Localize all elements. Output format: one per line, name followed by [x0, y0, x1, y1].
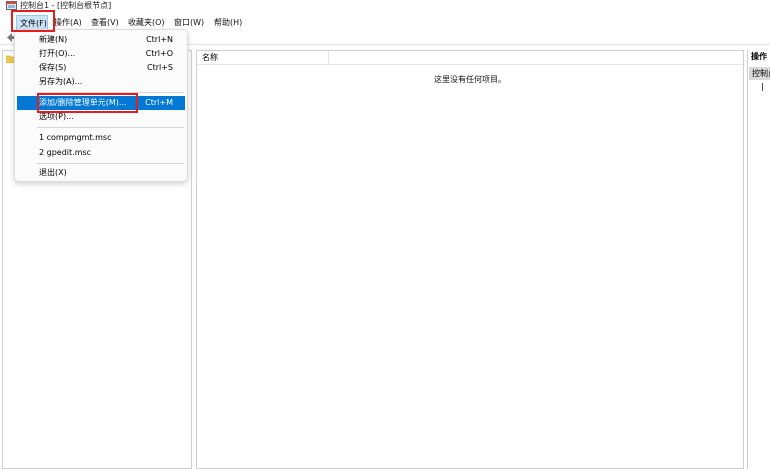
- menu-item-shortcut: Ctrl+N: [146, 35, 173, 44]
- menu-window[interactable]: 窗口(W): [174, 17, 204, 29]
- column-name-header[interactable]: 名称: [202, 53, 218, 63]
- menu-separator: [37, 163, 184, 164]
- menu-item-label: 新建(N): [39, 35, 68, 44]
- menu-item-label: 打开(O)...: [39, 49, 76, 58]
- menu-bar: 文件(F) 操作(A) 查看(V) 收藏夹(O) 窗口(W) 帮助(H): [0, 14, 770, 30]
- menu-action[interactable]: 操作(A): [54, 17, 82, 29]
- menu-item-shortcut: Ctrl+S: [146, 63, 173, 72]
- menu-item-label: 另存为(A)...: [39, 77, 83, 86]
- result-pane[interactable]: 名称 这里没有任何项目。: [196, 50, 744, 469]
- menu-item-save[interactable]: 保存(S) Ctrl+S: [17, 61, 185, 75]
- menu-item-new[interactable]: 新建(N) Ctrl+N: [17, 33, 185, 47]
- empty-message: 这里没有任何项目。: [434, 75, 506, 84]
- menu-separator: [37, 127, 184, 128]
- actions-selected-item-label: 控制台根节点: [752, 69, 770, 78]
- annotation-box-add-remove-snapin: [37, 93, 138, 113]
- actions-selected-item[interactable]: 控制台根节点: [749, 67, 770, 80]
- menu-item-open[interactable]: 打开(O)... Ctrl+O: [17, 47, 185, 61]
- menu-item-label: 1 compmgmt.msc: [39, 133, 112, 142]
- title-bar: 控制台1 - [控制台根节点]: [0, 0, 770, 13]
- menu-item-recent-gpedit[interactable]: 2 gpedit.msc: [17, 146, 185, 160]
- menu-item-shortcut: Ctrl+M: [145, 98, 173, 107]
- column-header: 名称: [197, 51, 743, 65]
- menu-item-label: 退出(X): [39, 168, 67, 177]
- menu-item-save-as[interactable]: 另存为(A)...: [17, 75, 185, 89]
- menu-favorites[interactable]: 收藏夹(O): [128, 17, 165, 29]
- menu-item-exit[interactable]: 退出(X): [17, 166, 185, 180]
- actions-pane: 操作 控制台根节点: [747, 50, 770, 469]
- column-divider[interactable]: [328, 51, 329, 65]
- menu-item-label: 保存(S): [39, 63, 67, 72]
- menu-item-recent-compmgmt[interactable]: 1 compmgmt.msc: [17, 131, 185, 145]
- menu-item-shortcut: Ctrl+O: [145, 49, 173, 58]
- menu-item-label: 2 gpedit.msc: [39, 148, 92, 157]
- menu-view[interactable]: 查看(V): [91, 17, 119, 29]
- menu-item-label: 选项(P)...: [39, 112, 74, 121]
- annotation-box-file-menu: [11, 10, 55, 32]
- actions-sub-item[interactable]: [762, 83, 766, 91]
- menu-help[interactable]: 帮助(H): [214, 17, 242, 29]
- actions-header: 操作: [751, 52, 767, 61]
